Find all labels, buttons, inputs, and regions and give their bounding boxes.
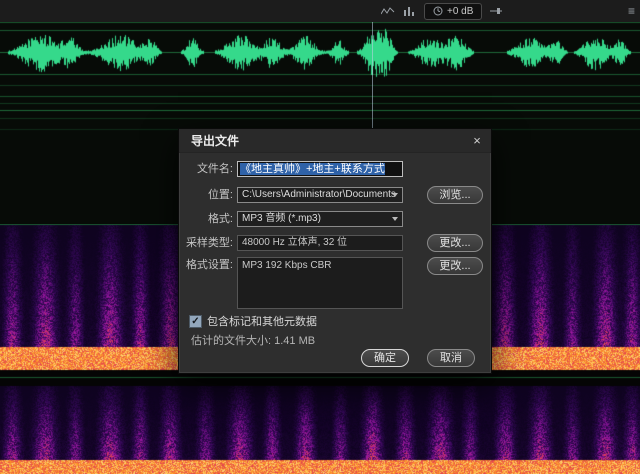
sample-type-label: 采样类型: [185, 237, 233, 249]
filename-input[interactable]: 《地主真帅》+地主+联系方式 [237, 161, 403, 177]
location-label: 位置: [207, 189, 233, 201]
db-value: +0 dB [447, 5, 474, 17]
clock-icon [433, 6, 443, 16]
format-label: 格式: [207, 213, 233, 225]
chevron-down-icon [392, 193, 398, 197]
estimated-size-text: 估计的文件大小: 1.41 MB [191, 335, 316, 347]
format-settings-value: MP3 192 Kbps CBR [237, 257, 403, 309]
include-metadata-label: 包含标记和其他元数据 [207, 316, 317, 328]
checkbox-check-icon: ✓ [189, 314, 202, 328]
toolbar-group: +0 dB [380, 2, 504, 20]
change-format-settings-button[interactable]: 更改... [427, 257, 483, 275]
format-value: MP3 音频 (*.mp3) [242, 213, 321, 224]
format-settings-label: 格式设置: [185, 259, 233, 271]
location-select[interactable]: C:\Users\Administrator\Documents [237, 187, 403, 203]
db-display[interactable]: +0 dB [424, 2, 483, 20]
top-toolbar: +0 dB ≡ [0, 0, 640, 22]
close-icon[interactable]: × [469, 133, 485, 149]
sample-type-value: 48000 Hz 立体声, 32 位 [237, 235, 403, 251]
format-select[interactable]: MP3 音频 (*.mp3) [237, 211, 403, 227]
fader-icon[interactable] [488, 4, 504, 18]
ok-button[interactable]: 确定 [361, 349, 409, 367]
change-sample-type-button[interactable]: 更改... [427, 234, 483, 252]
export-dialog: 导出文件 × 文件名: 《地主真帅》+地主+联系方式 位置: C:\Users\… [178, 128, 492, 374]
chevron-down-icon [392, 217, 398, 221]
include-metadata-checkbox[interactable]: ✓ 包含标记和其他元数据 [189, 313, 317, 329]
location-value: C:\Users\Administrator\Documents [242, 189, 396, 200]
cancel-button[interactable]: 取消 [427, 349, 475, 367]
meter-icon[interactable] [402, 4, 418, 18]
menu-glyph: ≡ [627, 4, 635, 18]
filename-label: 文件名: [196, 163, 233, 175]
audition-app: +0 dB ≡ 导出文件 × 文件名: 《地主真帅》+地主+联系方式 位置: C… [0, 0, 640, 474]
filename-value: 《地主真帅》+地主+联系方式 [240, 163, 385, 175]
levels-icon[interactable] [380, 4, 396, 18]
dialog-title: 导出文件 [179, 129, 491, 153]
browse-button[interactable]: 浏览... [427, 186, 483, 204]
panel-menu-icon[interactable]: ≡ [628, 1, 635, 21]
